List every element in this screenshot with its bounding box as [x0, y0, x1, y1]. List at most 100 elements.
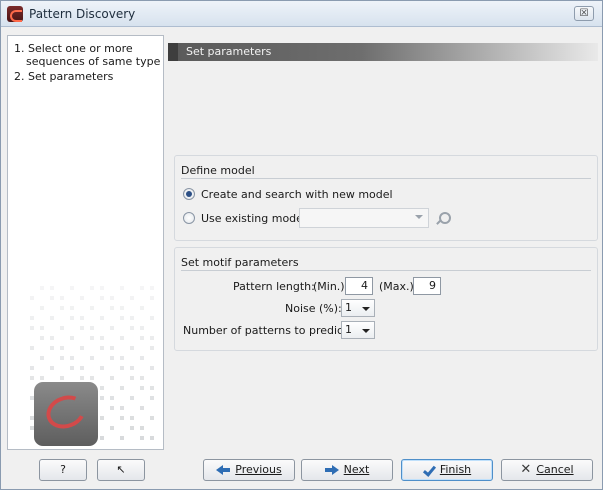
decorative-dot [140, 306, 144, 310]
wizard-footer: ? ↖ Previous Next Finish ✕ Cancel [1, 454, 602, 489]
decorative-dot [90, 376, 94, 380]
define-model-group: Define model Create and search with new … [174, 155, 598, 241]
group-separator [181, 270, 591, 271]
num-patterns-dropdown[interactable]: 1 [341, 321, 375, 339]
decorative-dot [60, 346, 64, 350]
step-2-label: 2. Set parameters [14, 70, 114, 83]
num-patterns-label: Number of patterns to predict: [183, 324, 352, 337]
decorative-dot [120, 316, 124, 320]
decorative-dot [80, 296, 84, 300]
decorative-dot [100, 336, 104, 340]
decorative-dot [120, 306, 124, 310]
motif-parameters-group: Set motif parameters Pattern length: (Mi… [174, 247, 598, 351]
decorative-dot [140, 436, 144, 440]
decorative-dot [120, 436, 124, 440]
decorative-dot [100, 366, 104, 370]
decorative-dot [90, 326, 94, 330]
decorative-dot [50, 316, 54, 320]
use-existing-model-radio[interactable] [183, 212, 195, 224]
create-new-model-radio[interactable] [183, 188, 195, 200]
chevron-down-icon [362, 307, 370, 311]
decorative-dot [120, 336, 124, 340]
pattern-discovery-dialog: Pattern Discovery ☒ 1. Select one or mor… [0, 0, 603, 490]
decorative-dot [140, 386, 144, 390]
decorative-dot [40, 326, 44, 330]
previous-button[interactable]: Previous [203, 459, 295, 481]
decorative-dot [150, 396, 154, 400]
decorative-dot [120, 406, 124, 410]
pattern-max-field[interactable]: 9 [413, 277, 441, 295]
section-header-title: Set parameters [186, 45, 272, 58]
existing-model-combo[interactable] [299, 208, 429, 228]
cancel-button[interactable]: ✕ Cancel [501, 459, 593, 481]
pattern-min-field[interactable]: 4 [345, 277, 373, 295]
decorative-dot [130, 376, 134, 380]
app-logo-icon [7, 6, 23, 22]
decorative-dot [100, 286, 104, 290]
cancel-x-icon: ✕ [520, 462, 532, 477]
step-1-label: 1. Select one or more [14, 42, 133, 55]
decorative-dot [110, 426, 114, 430]
decorative-dot [100, 396, 104, 400]
decorative-dot [90, 306, 94, 310]
next-button[interactable]: Next [301, 459, 393, 481]
decorative-dot [30, 366, 34, 370]
decorative-dot [120, 286, 124, 290]
decorative-dot [90, 336, 94, 340]
main-panel: Set parameters Define model Create and s… [168, 35, 598, 450]
decorative-dot [90, 356, 94, 360]
decorative-dot [150, 436, 154, 440]
decorative-dot [140, 336, 144, 340]
logo-swoosh [41, 390, 91, 434]
decorative-dot [120, 356, 124, 360]
arrow-left-icon [216, 465, 231, 475]
cancel-label: Cancel [536, 463, 574, 476]
decorative-dot [30, 346, 34, 350]
decorative-dot [130, 326, 134, 330]
decorative-dot [50, 346, 54, 350]
decorative-dot [110, 346, 114, 350]
decorative-dot [140, 406, 144, 410]
decorative-dot [110, 306, 114, 310]
header-tab-marker [168, 43, 178, 61]
min-label: (Min.) [313, 280, 345, 293]
decorative-dot [110, 396, 114, 400]
decorative-dot [100, 316, 104, 320]
pattern-length-label: Pattern length: [233, 280, 315, 293]
decorative-dot [70, 316, 74, 320]
decorative-dot [140, 356, 144, 360]
decorative-dot [100, 436, 104, 440]
decorative-dot [60, 356, 64, 360]
chevron-down-icon [362, 329, 370, 333]
decorative-dot [110, 406, 114, 410]
wizard-steps-sidebar: 1. Select one or more sequences of same … [7, 35, 164, 450]
decorative-dot [40, 286, 44, 290]
reset-button[interactable]: ↖ [97, 459, 145, 481]
decorative-dot [50, 366, 54, 370]
finish-button[interactable]: Finish [401, 459, 493, 481]
motif-parameters-title: Set motif parameters [181, 256, 299, 269]
decorative-dot [140, 286, 144, 290]
decorative-dot [110, 376, 114, 380]
decorative-dot [100, 346, 104, 350]
next-label: Next [343, 463, 370, 476]
decorative-dot [120, 386, 124, 390]
create-new-model-label: Create and search with new model [201, 188, 393, 201]
decorative-dot [130, 316, 134, 320]
close-button[interactable]: ☒ [574, 6, 594, 21]
decorative-dot [150, 346, 154, 350]
title-bar: Pattern Discovery ☒ [1, 1, 602, 27]
browse-search-icon[interactable] [433, 210, 451, 228]
window-title: Pattern Discovery [29, 7, 136, 21]
decorative-dot [150, 416, 154, 420]
decorative-dot [100, 416, 104, 420]
decorative-dot [70, 356, 74, 360]
decorative-dot [130, 366, 134, 370]
decorative-dot [60, 326, 64, 330]
noise-dropdown[interactable]: 1 [341, 299, 375, 317]
help-button[interactable]: ? [39, 459, 87, 481]
decorative-dot [70, 336, 74, 340]
help-label: ? [60, 463, 66, 476]
group-separator [181, 178, 591, 179]
previous-label: Previous [235, 463, 282, 476]
